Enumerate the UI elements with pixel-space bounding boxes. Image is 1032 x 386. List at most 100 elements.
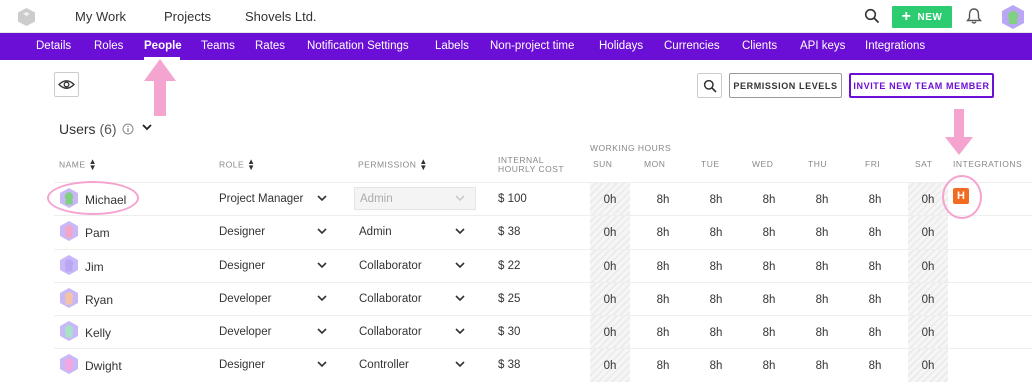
working-hours-cell[interactable]: 0h	[908, 349, 948, 382]
chevron-down-icon[interactable]	[141, 121, 153, 133]
role-select[interactable]: Designer	[219, 260, 265, 272]
new-button[interactable]: + NEW	[892, 6, 952, 28]
hourly-cost[interactable]: $ 30	[498, 326, 520, 338]
working-hours-cell[interactable]: 8h	[802, 216, 842, 249]
chevron-down-icon[interactable]	[454, 327, 466, 337]
working-hours-cell[interactable]: 8h	[643, 216, 683, 249]
working-hours-cell[interactable]: 0h	[590, 283, 630, 316]
working-hours-cell[interactable]: 0h	[590, 349, 630, 382]
working-hours-cell[interactable]: 8h	[643, 183, 683, 216]
permission-select[interactable]: Collaborator	[359, 326, 422, 338]
working-hours-cell[interactable]: 8h	[749, 283, 789, 316]
working-hours-cell[interactable]: 8h	[696, 216, 736, 249]
chevron-down-icon[interactable]	[316, 261, 328, 271]
user-name[interactable]: Ryan	[85, 293, 113, 307]
chevron-down-icon[interactable]	[316, 360, 328, 370]
chevron-down-icon[interactable]	[454, 261, 466, 271]
hourly-cost[interactable]: $ 38	[498, 359, 520, 371]
tab-holidays[interactable]: Holidays	[599, 40, 643, 52]
invite-team-member-button[interactable]: INVITE NEW TEAM MEMBER	[849, 73, 994, 98]
working-hours-cell[interactable]: 0h	[908, 250, 948, 283]
role-select[interactable]: Designer	[219, 359, 265, 371]
permission-levels-button[interactable]: PERMISSION LEVELS	[729, 73, 842, 98]
user-name[interactable]: Dwight	[85, 359, 122, 373]
search-people-button[interactable]	[697, 73, 722, 98]
hourly-cost[interactable]: $ 100	[498, 193, 527, 205]
tab-labels[interactable]: Labels	[435, 40, 469, 52]
hourly-cost[interactable]: $ 22	[498, 260, 520, 272]
working-hours-cell[interactable]: 8h	[855, 250, 895, 283]
permission-select[interactable]: Controller	[359, 359, 409, 371]
working-hours-cell[interactable]: 8h	[802, 349, 842, 382]
nav-my-work[interactable]: My Work	[75, 9, 126, 24]
working-hours-cell[interactable]: 0h	[908, 216, 948, 249]
tab-people[interactable]: People	[144, 40, 182, 52]
working-hours-cell[interactable]: 8h	[696, 283, 736, 316]
working-hours-cell[interactable]: 8h	[802, 183, 842, 216]
role-select[interactable]: Developer	[219, 293, 271, 305]
working-hours-cell[interactable]: 8h	[855, 349, 895, 382]
permission-select[interactable]: Collaborator	[359, 293, 422, 305]
role-select[interactable]: Project Manager	[219, 193, 303, 205]
working-hours-cell[interactable]: 8h	[696, 250, 736, 283]
nav-projects[interactable]: Projects	[164, 9, 211, 24]
column-header-permission[interactable]: PERMISSION ▲ ▼	[358, 158, 428, 172]
user-name[interactable]: Jim	[85, 260, 104, 274]
working-hours-cell[interactable]: 8h	[643, 250, 683, 283]
tab-roles[interactable]: Roles	[94, 40, 123, 52]
role-select[interactable]: Developer	[219, 326, 271, 338]
permission-select[interactable]: Admin	[359, 226, 392, 238]
working-hours-cell[interactable]: 0h	[590, 216, 630, 249]
tab-integrations[interactable]: Integrations	[865, 40, 925, 52]
app-logo-icon[interactable]	[18, 8, 35, 26]
role-select[interactable]: Designer	[219, 226, 265, 238]
working-hours-cell[interactable]: 0h	[590, 183, 630, 216]
permission-select[interactable]: Collaborator	[359, 260, 422, 272]
working-hours-cell[interactable]: 8h	[696, 316, 736, 349]
chevron-down-icon[interactable]	[454, 227, 466, 237]
chevron-down-icon[interactable]	[454, 294, 466, 304]
hourly-cost[interactable]: $ 38	[498, 226, 520, 238]
search-icon[interactable]	[864, 8, 880, 24]
working-hours-cell[interactable]: 8h	[802, 250, 842, 283]
visibility-toggle-button[interactable]	[54, 72, 79, 97]
tab-currencies[interactable]: Currencies	[664, 40, 720, 52]
chevron-down-icon[interactable]	[316, 327, 328, 337]
working-hours-cell[interactable]: 8h	[802, 283, 842, 316]
column-header-name[interactable]: NAME ▲ ▼	[59, 158, 97, 172]
chevron-down-icon[interactable]	[316, 227, 328, 237]
working-hours-cell[interactable]: 8h	[855, 183, 895, 216]
working-hours-cell[interactable]: 8h	[855, 316, 895, 349]
user-name[interactable]: Kelly	[85, 326, 111, 340]
working-hours-cell[interactable]: 8h	[749, 183, 789, 216]
user-avatar[interactable]	[1002, 5, 1024, 29]
chevron-down-icon[interactable]	[316, 194, 328, 204]
working-hours-cell[interactable]: 8h	[749, 316, 789, 349]
working-hours-cell[interactable]: 0h	[590, 250, 630, 283]
tab-non-project-time[interactable]: Non-project time	[490, 40, 574, 52]
working-hours-cell[interactable]: 0h	[590, 316, 630, 349]
info-icon[interactable]	[122, 123, 134, 135]
tab-teams[interactable]: Teams	[201, 40, 235, 52]
working-hours-cell[interactable]: 8h	[749, 250, 789, 283]
working-hours-cell[interactable]: 8h	[643, 283, 683, 316]
tab-clients[interactable]: Clients	[742, 40, 777, 52]
working-hours-cell[interactable]: 8h	[855, 216, 895, 249]
hourly-cost[interactable]: $ 25	[498, 293, 520, 305]
tab-rates[interactable]: Rates	[255, 40, 285, 52]
tab-details[interactable]: Details	[36, 40, 71, 52]
bell-icon[interactable]	[965, 7, 983, 25]
working-hours-cell[interactable]: 0h	[908, 283, 948, 316]
nav-workspace[interactable]: Shovels Ltd.	[245, 9, 317, 24]
working-hours-cell[interactable]: 8h	[696, 183, 736, 216]
working-hours-cell[interactable]: 8h	[802, 316, 842, 349]
working-hours-cell[interactable]: 8h	[643, 316, 683, 349]
working-hours-cell[interactable]: 0h	[908, 316, 948, 349]
working-hours-cell[interactable]: 8h	[749, 216, 789, 249]
tab-notification-settings[interactable]: Notification Settings	[307, 40, 409, 52]
working-hours-cell[interactable]: 8h	[643, 349, 683, 382]
working-hours-cell[interactable]: 8h	[855, 283, 895, 316]
working-hours-cell[interactable]: 8h	[749, 349, 789, 382]
column-header-role[interactable]: ROLE ▲ ▼	[219, 158, 256, 172]
working-hours-cell[interactable]: 8h	[696, 349, 736, 382]
